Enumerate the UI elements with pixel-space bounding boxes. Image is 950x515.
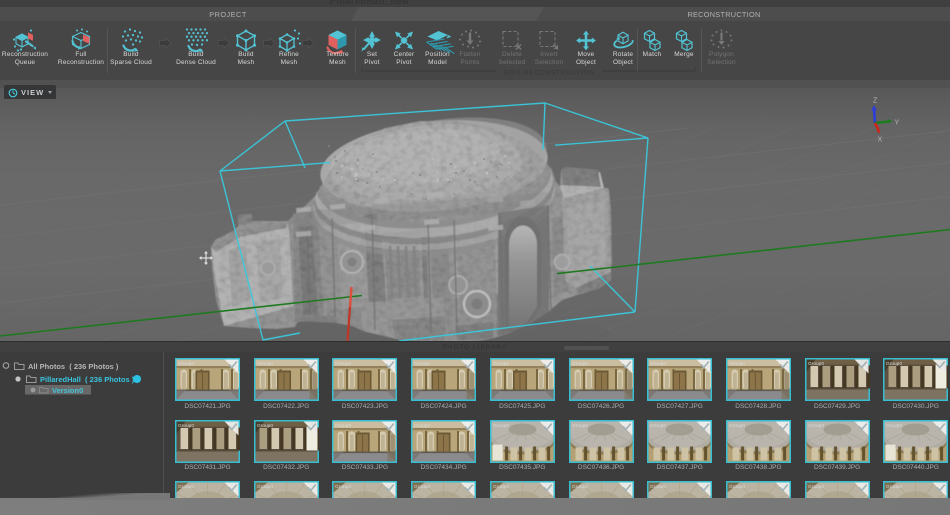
svg-text:Group0: Group0 xyxy=(257,484,273,490)
svg-text:Group0: Group0 xyxy=(729,423,745,429)
svg-text:Y: Y xyxy=(895,120,900,127)
svg-text:Group0: Group0 xyxy=(414,423,430,429)
svg-text:Group0: Group0 xyxy=(650,484,666,490)
svg-text:Group0: Group0 xyxy=(493,423,509,429)
svg-text:Group0: Group0 xyxy=(886,484,902,490)
svg-text:Group0: Group0 xyxy=(729,484,745,490)
svg-text:Group0: Group0 xyxy=(886,361,902,367)
svg-text:Group0: Group0 xyxy=(808,423,824,429)
svg-text:Version0: Version0 xyxy=(52,386,83,395)
svg-text:Group0: Group0 xyxy=(257,423,273,429)
svg-text:Group0: Group0 xyxy=(257,361,273,367)
svg-text:EDIT RECONSTRUCTION: EDIT RECONSTRUCTION xyxy=(504,70,595,77)
svg-text:Group0: Group0 xyxy=(335,361,351,367)
svg-text:All Photos ( 236 Photos ): All Photos ( 236 Photos ) xyxy=(28,362,119,371)
svg-text:Group0: Group0 xyxy=(178,423,194,429)
svg-text:Group0: Group0 xyxy=(414,484,430,490)
svg-text:PillaredHall ( 236 Photos ): PillaredHall ( 236 Photos ) xyxy=(40,375,135,384)
svg-text:Group0: Group0 xyxy=(335,484,351,490)
svg-text:Group0: Group0 xyxy=(493,361,509,367)
svg-text:Group0: Group0 xyxy=(808,361,824,367)
svg-text:Group0: Group0 xyxy=(493,484,509,490)
svg-text:Group0: Group0 xyxy=(414,361,430,367)
svg-text:Group0: Group0 xyxy=(808,484,824,490)
svg-text:Group0: Group0 xyxy=(178,361,194,367)
svg-text:Group0: Group0 xyxy=(335,423,351,429)
svg-text:Group0: Group0 xyxy=(650,361,666,367)
svg-text:Z: Z xyxy=(873,98,878,105)
svg-text:Group0: Group0 xyxy=(572,361,588,367)
svg-text:Group0: Group0 xyxy=(729,361,745,367)
svg-text:Group0: Group0 xyxy=(886,423,902,429)
svg-text:Group0: Group0 xyxy=(178,484,194,490)
svg-text:Group0: Group0 xyxy=(572,484,588,490)
svg-text:Group0: Group0 xyxy=(572,423,588,429)
svg-text:X: X xyxy=(878,137,883,144)
svg-text:Group0: Group0 xyxy=(650,423,666,429)
